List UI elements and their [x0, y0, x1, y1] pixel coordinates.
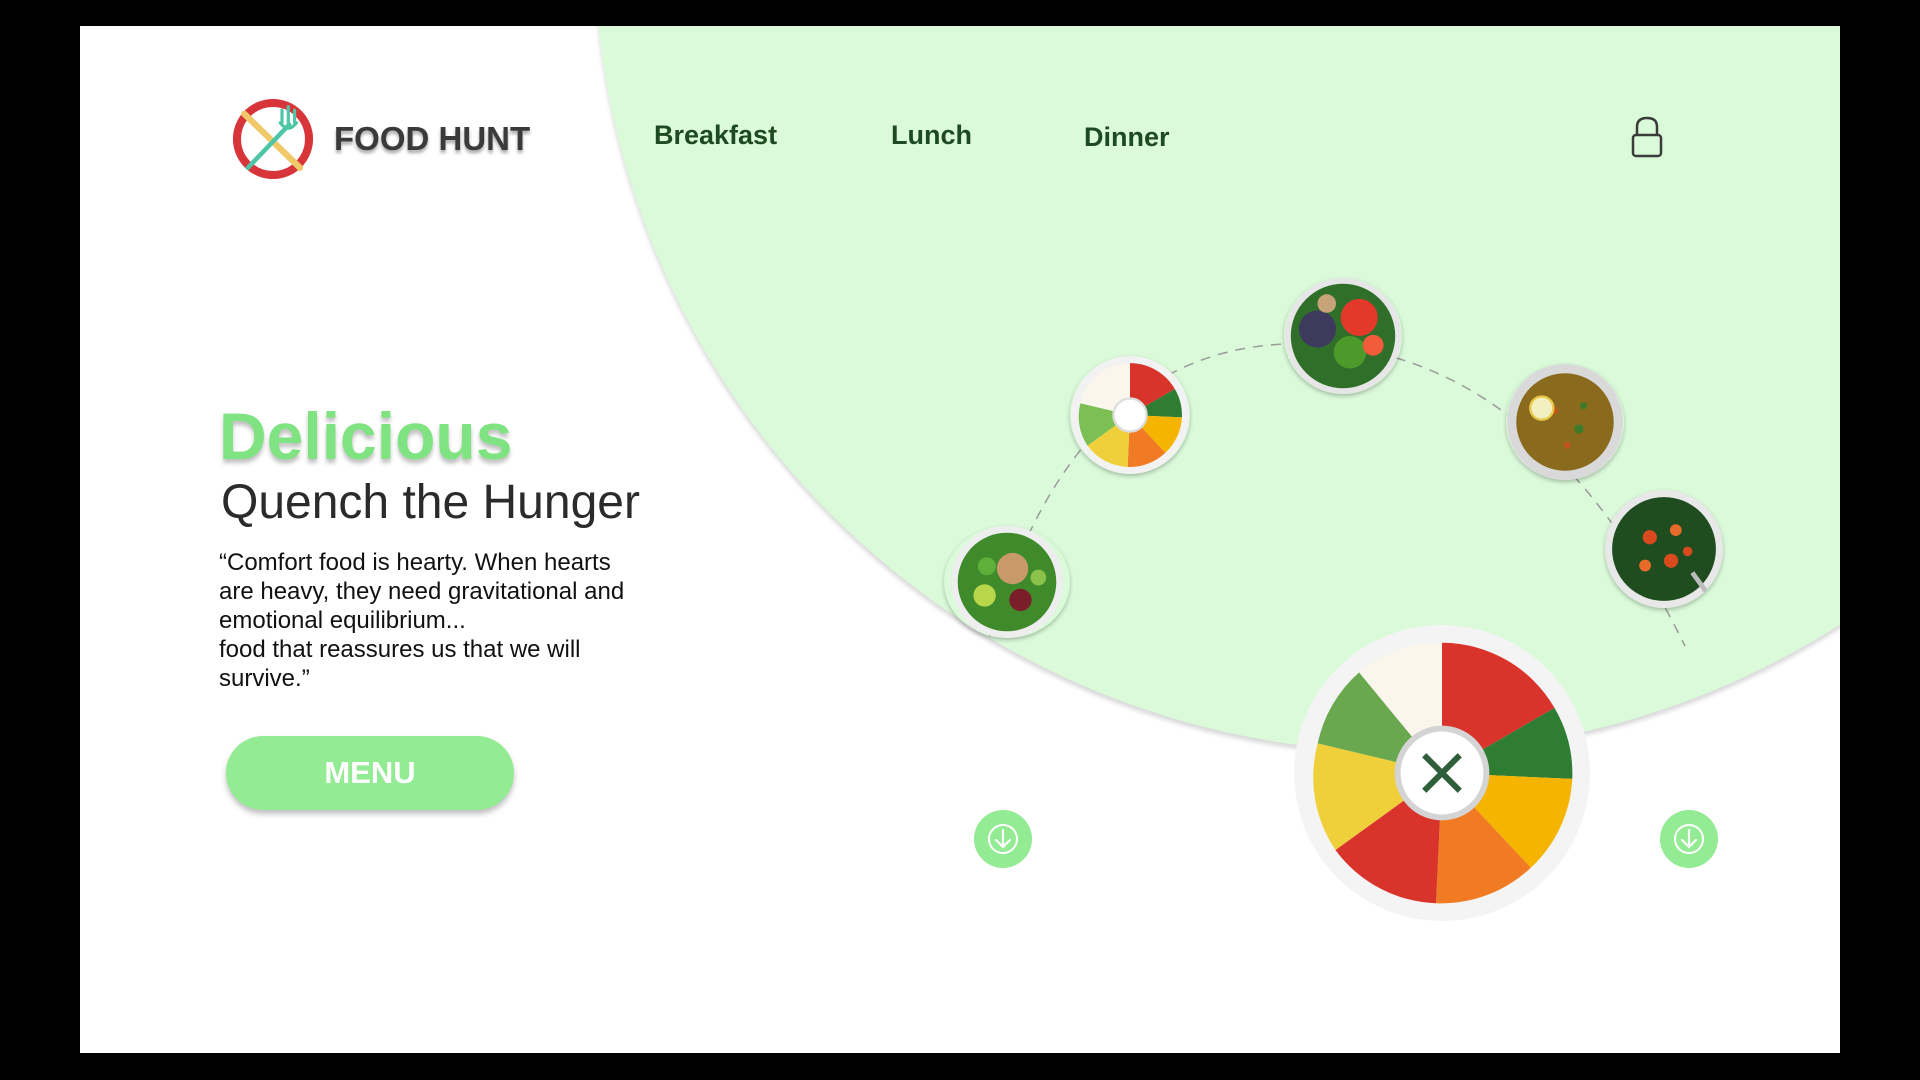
fork-knife-logo-icon [232, 98, 314, 180]
scroll-down-button-right[interactable] [1660, 810, 1718, 868]
nav-lunch[interactable]: Lunch [891, 120, 972, 151]
dish-berry-salad[interactable] [1284, 278, 1402, 394]
quote-line: “Comfort food is hearty. When hearts [219, 549, 611, 576]
quote-line: are heavy, they need gravitational and [219, 578, 625, 605]
lentil-soup-image [1507, 364, 1623, 480]
quote-line: survive.” [219, 665, 310, 692]
dish-salad-bowl[interactable] [944, 526, 1070, 638]
spinach-salad-image [1605, 490, 1723, 608]
veggie-platter-image [1071, 356, 1189, 474]
dish-spinach-salad[interactable] [1605, 490, 1723, 608]
quote-line: food that reassures us that we will [219, 636, 581, 663]
menu-button[interactable]: MENU [226, 736, 514, 810]
scroll-down-button-left[interactable] [974, 810, 1032, 868]
dish-veggie-platter[interactable] [1070, 356, 1190, 474]
hero-quote: “Comfort food is hearty. When hearts are… [219, 548, 659, 693]
brand-name: FOOD HUNT [334, 120, 531, 157]
hero-subtitle: Quench the Hunger [221, 476, 640, 529]
arrow-down-icon [988, 824, 1018, 854]
nav-breakfast[interactable]: Breakfast [654, 120, 777, 151]
veggie-platter-featured-image [1294, 625, 1590, 921]
brand-logo[interactable]: FOOD HUNT [228, 94, 530, 184]
arrow-down-icon [1674, 824, 1704, 854]
nav-dinner[interactable]: Dinner [1084, 122, 1170, 153]
salad-bowl-image [951, 526, 1063, 638]
dish-lentil-soup[interactable] [1506, 364, 1624, 480]
landing-page: FOOD HUNT Breakfast Lunch Dinner Delicio… [80, 26, 1840, 1053]
berry-salad-image [1285, 278, 1401, 394]
lock-icon[interactable] [1626, 115, 1668, 159]
quote-line: emotional equilibrium... [219, 607, 466, 634]
hero-title: Delicious [219, 399, 513, 473]
dish-veggie-platter-featured[interactable] [1294, 624, 1590, 922]
